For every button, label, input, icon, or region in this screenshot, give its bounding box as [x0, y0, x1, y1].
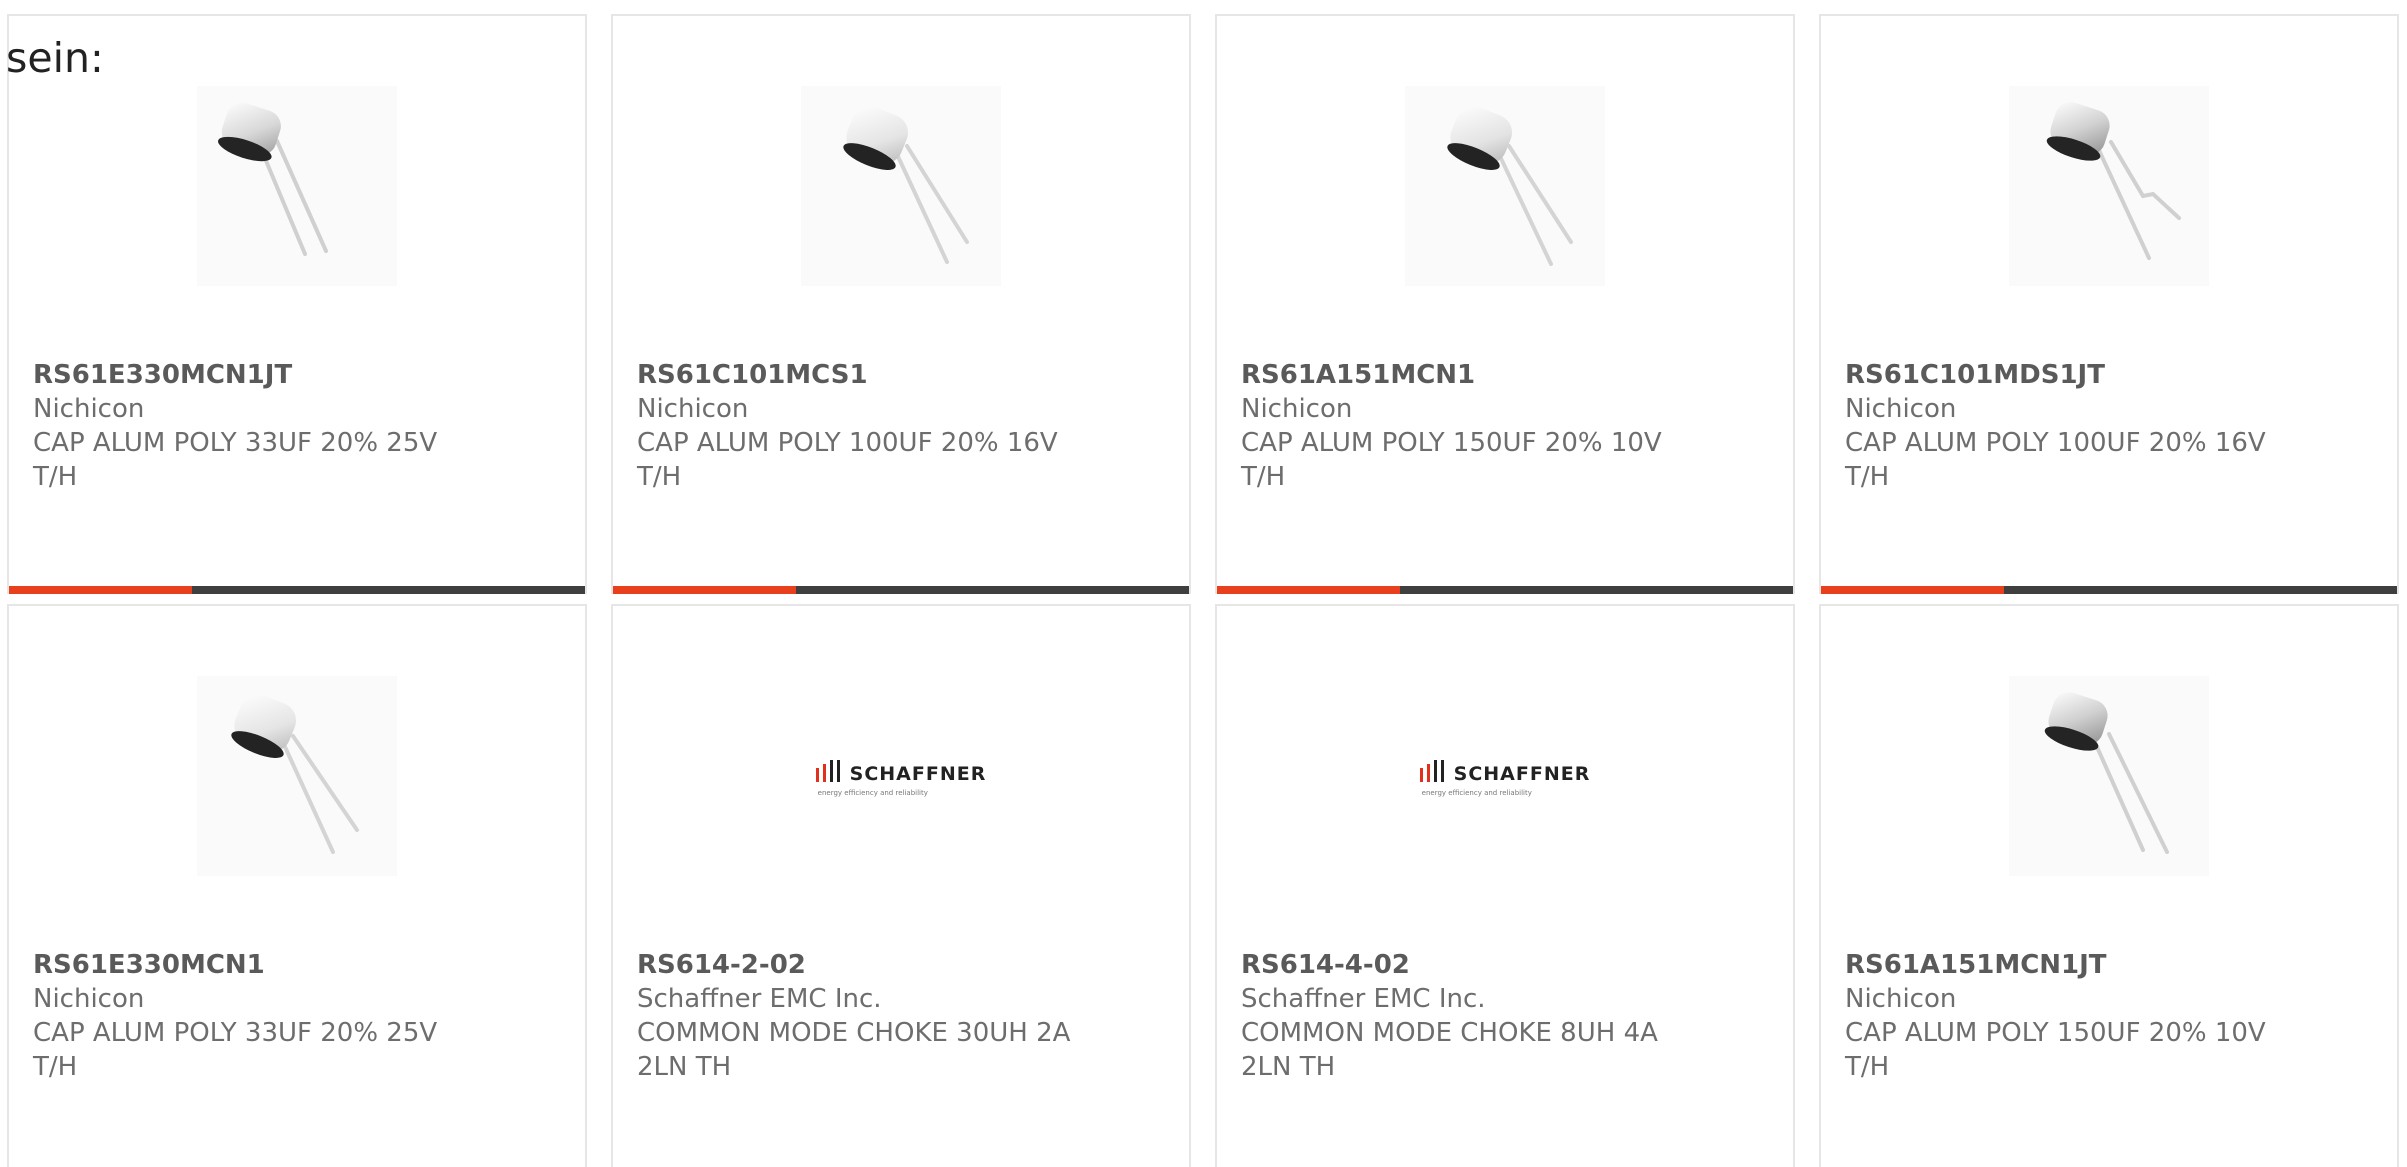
product-info: RS61C101MDS1JT Nichicon CAP ALUM POLY 10…: [1845, 358, 2377, 494]
description: CAP ALUM POLY 33UF 20% 25V T/H: [33, 1018, 438, 1082]
description: CAP ALUM POLY 100UF 20% 16V T/H: [637, 428, 1058, 492]
product-card[interactable]: RS61E330MCN1 Nichicon CAP ALUM POLY 33UF…: [7, 604, 587, 1167]
description: CAP ALUM POLY 100UF 20% 16V T/H: [1845, 428, 2266, 492]
product-info: RS61C101MCS1 Nichicon CAP ALUM POLY 100U…: [637, 358, 1169, 494]
capacitor-image[interactable]: [1405, 86, 1605, 286]
product-info: RS61E330MCN1 Nichicon CAP ALUM POLY 33UF…: [33, 948, 565, 1084]
capacitor-image[interactable]: [2009, 86, 2209, 286]
capacitor-image[interactable]: [2009, 676, 2209, 876]
capacitor-image[interactable]: [197, 676, 397, 876]
card-bottom-bar: [9, 586, 585, 594]
part-number[interactable]: RS61A151MCN1JT: [1845, 948, 2377, 982]
part-number[interactable]: RS61A151MCN1: [1241, 358, 1773, 392]
schaffner-logo[interactable]: schaffner energy efficiency and reliabil…: [801, 676, 1001, 876]
product-info: RS61A151MCN1JT Nichicon CAP ALUM POLY 15…: [1845, 948, 2377, 1084]
logo-lockup: schaffner energy efficiency and reliabil…: [815, 755, 987, 797]
logo-wordmark: schaffner: [1453, 755, 1591, 787]
manufacturer: Nichicon: [33, 984, 145, 1014]
part-number[interactable]: RS614-4-02: [1241, 948, 1773, 982]
product-info: RS614-4-02 Schaffner EMC Inc. COMMON MOD…: [1241, 948, 1773, 1084]
part-number[interactable]: RS614-2-02: [637, 948, 1169, 982]
product-card[interactable]: schaffner energy efficiency and reliabil…: [1215, 604, 1795, 1167]
product-grid-page: sein: RS61E330MCN1JT Nichicon CAP ALUM P…: [0, 0, 2407, 1167]
manufacturer: Nichicon: [1241, 394, 1353, 424]
manufacturer: Nichicon: [1845, 394, 1957, 424]
part-number[interactable]: RS61C101MCS1: [637, 358, 1169, 392]
product-card[interactable]: schaffner energy efficiency and reliabil…: [611, 604, 1191, 1167]
product-card[interactable]: RS61C101MCS1 Nichicon CAP ALUM POLY 100U…: [611, 14, 1191, 594]
product-info: RS614-2-02 Schaffner EMC Inc. COMMON MOD…: [637, 948, 1169, 1084]
part-number[interactable]: RS61E330MCN1: [33, 948, 565, 982]
description: CAP ALUM POLY 33UF 20% 25V T/H: [33, 428, 438, 492]
capacitor-image[interactable]: [801, 86, 1001, 286]
manufacturer: Schaffner EMC Inc.: [1241, 984, 1486, 1014]
product-grid: RS61E330MCN1JT Nichicon CAP ALUM POLY 33…: [7, 14, 2399, 1167]
card-bottom-bar: [613, 586, 1189, 594]
product-card[interactable]: RS61C101MDS1JT Nichicon CAP ALUM POLY 10…: [1819, 14, 2399, 594]
description: CAP ALUM POLY 150UF 20% 10V T/H: [1845, 1018, 2266, 1082]
description: COMMON MODE CHOKE 30UH 2A 2LN TH: [637, 1018, 1071, 1082]
logo-mark-icon: [1419, 760, 1444, 782]
capacitor-image[interactable]: [197, 86, 397, 286]
description: CAP ALUM POLY 150UF 20% 10V T/H: [1241, 428, 1662, 492]
product-card[interactable]: RS61A151MCN1 Nichicon CAP ALUM POLY 150U…: [1215, 14, 1795, 594]
manufacturer: Nichicon: [637, 394, 749, 424]
description: COMMON MODE CHOKE 8UH 4A 2LN TH: [1241, 1018, 1658, 1082]
logo-mark-icon: [815, 760, 840, 782]
product-card[interactable]: RS61E330MCN1JT Nichicon CAP ALUM POLY 33…: [7, 14, 587, 594]
product-card[interactable]: RS61A151MCN1JT Nichicon CAP ALUM POLY 15…: [1819, 604, 2399, 1167]
card-bottom-bar: [1821, 586, 2397, 594]
part-number[interactable]: RS61C101MDS1JT: [1845, 358, 2377, 392]
card-bottom-bar: [1217, 586, 1793, 594]
product-info: RS61A151MCN1 Nichicon CAP ALUM POLY 150U…: [1241, 358, 1773, 494]
product-info: RS61E330MCN1JT Nichicon CAP ALUM POLY 33…: [33, 358, 565, 494]
part-number[interactable]: RS61E330MCN1JT: [33, 358, 565, 392]
logo-lockup: schaffner energy efficiency and reliabil…: [1419, 755, 1591, 797]
schaffner-logo[interactable]: schaffner energy efficiency and reliabil…: [1405, 676, 1605, 876]
manufacturer: Nichicon: [1845, 984, 1957, 1014]
manufacturer: Nichicon: [33, 394, 145, 424]
logo-tagline: energy efficiency and reliability: [1421, 788, 1532, 797]
logo-wordmark: schaffner: [849, 755, 987, 787]
intro-text: sein:: [6, 34, 104, 82]
manufacturer: Schaffner EMC Inc.: [637, 984, 882, 1014]
logo-tagline: energy efficiency and reliability: [817, 788, 928, 797]
